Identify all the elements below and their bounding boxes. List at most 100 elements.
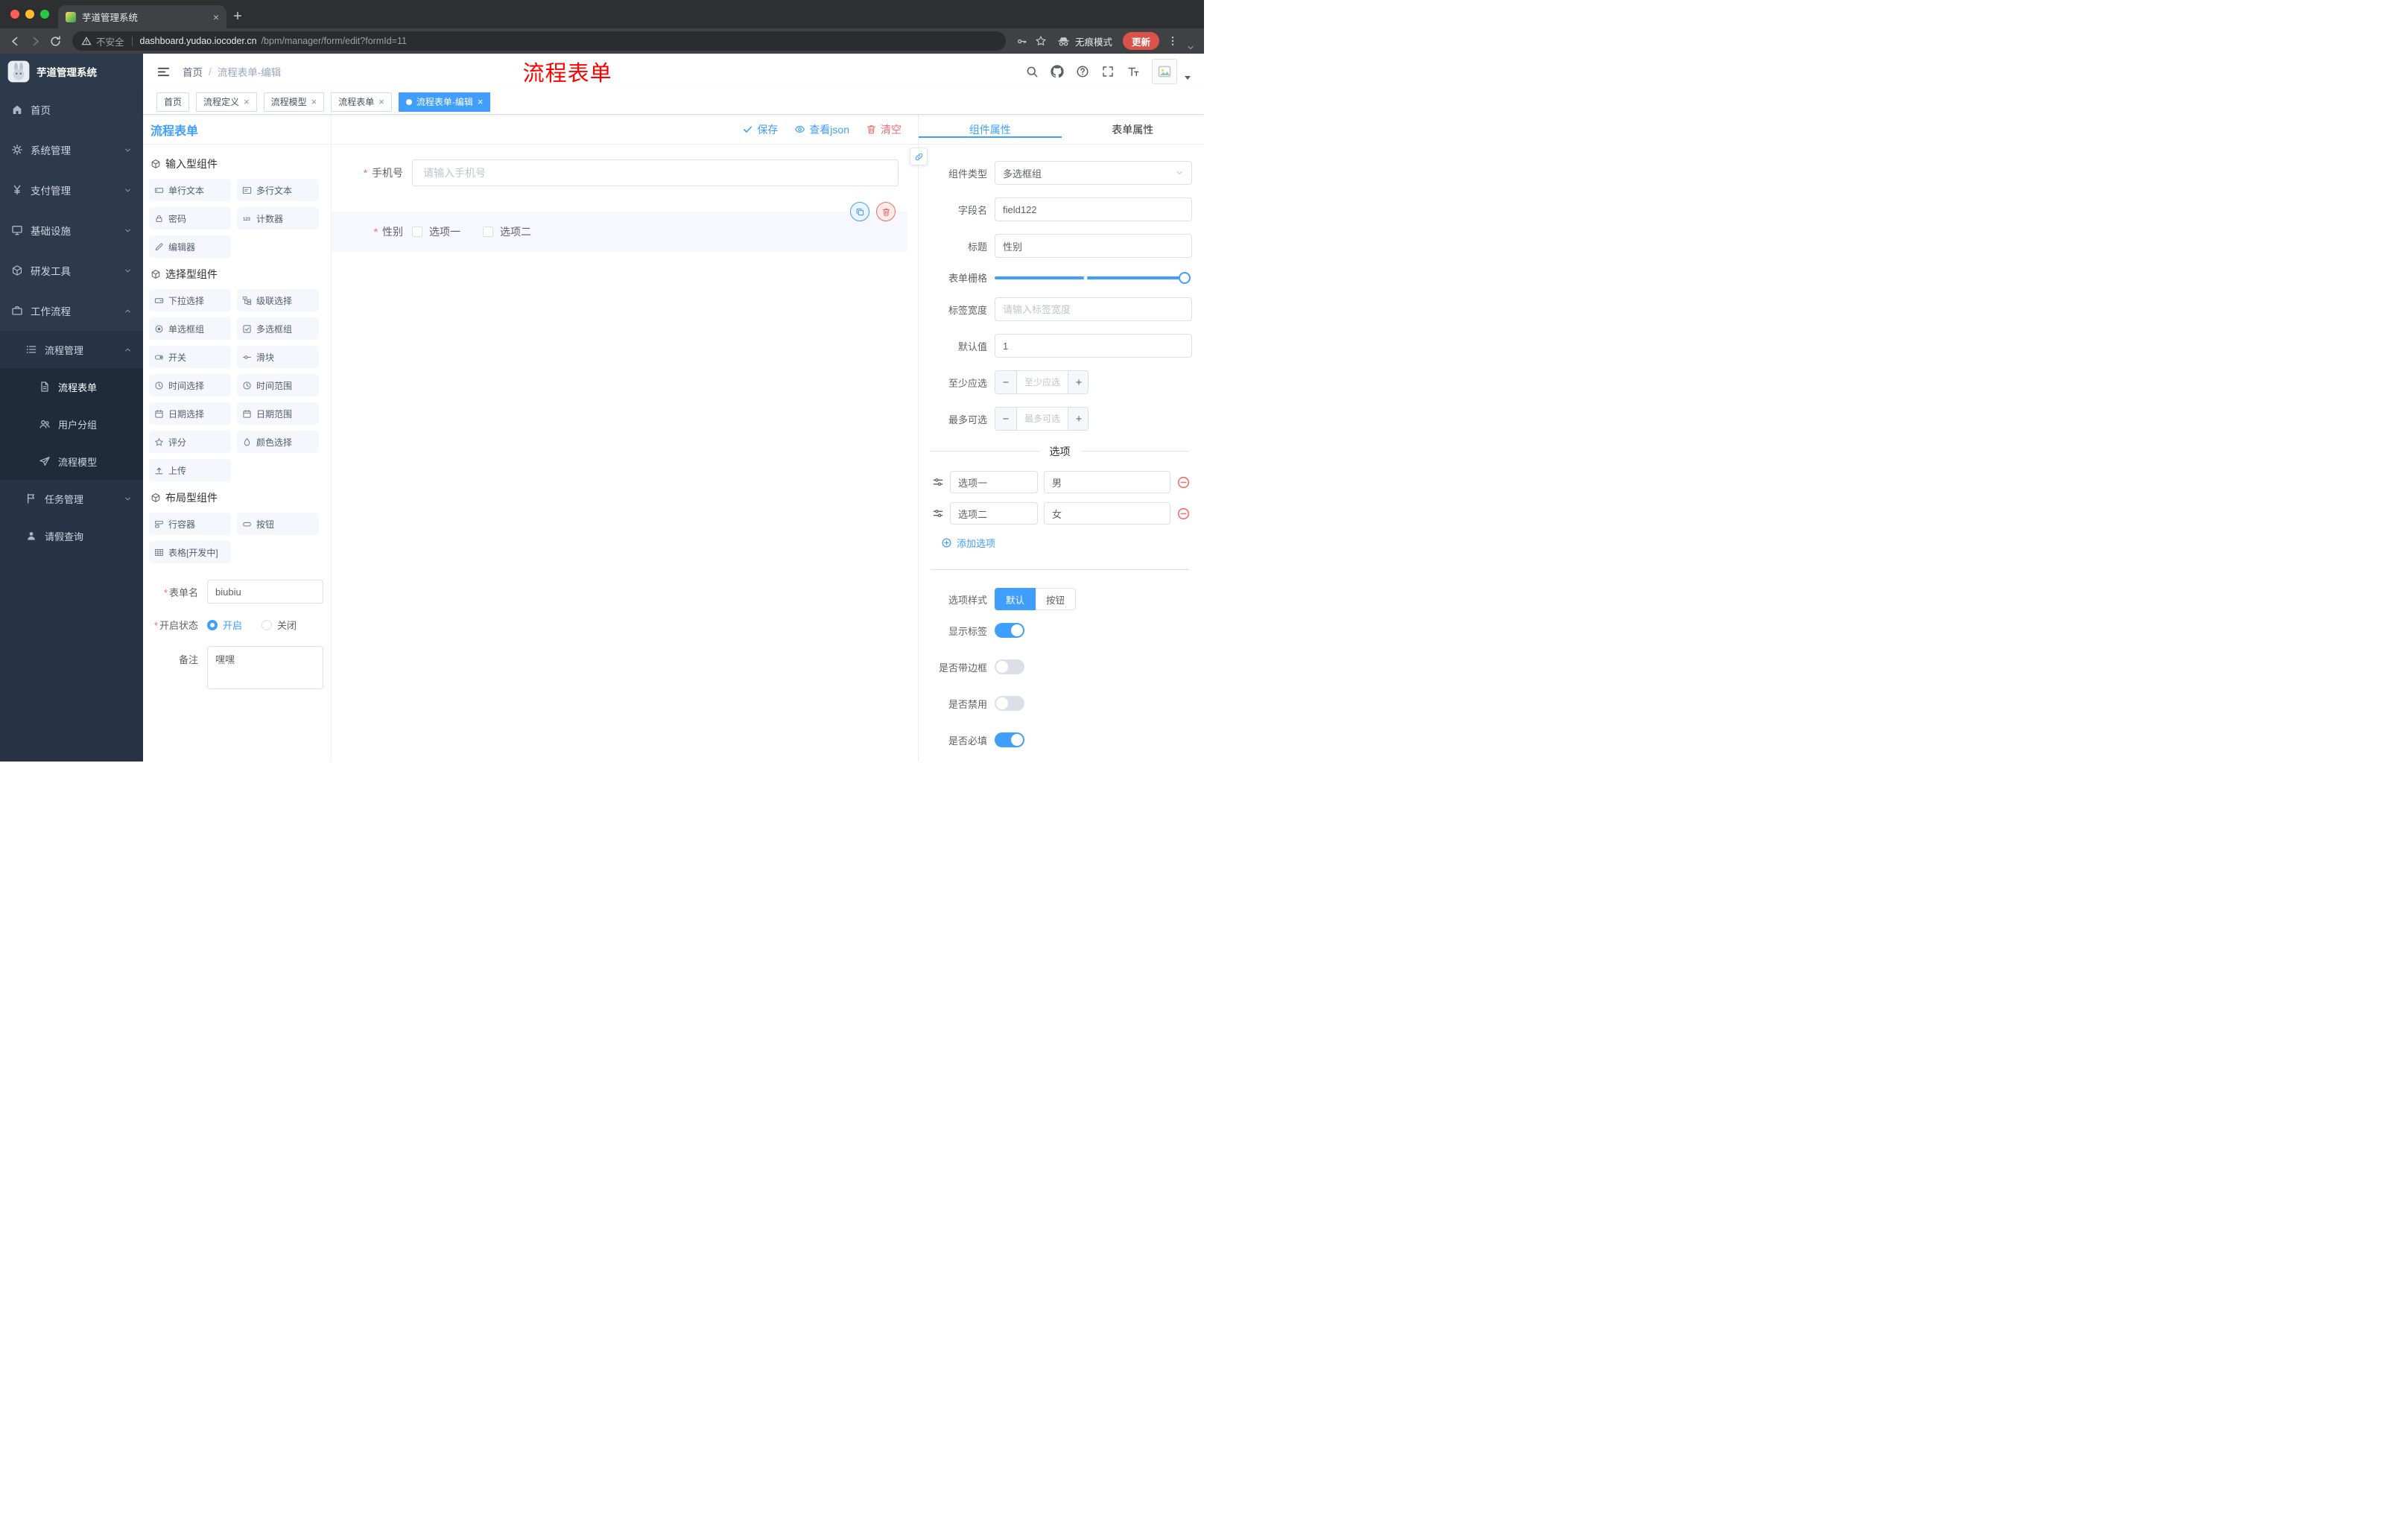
address-bar[interactable]: 不安全 dashboard.yudao.iocoder.cn /bpm/mana… [72,31,1006,51]
help-icon[interactable] [1076,65,1089,78]
sidebar-item-leave-query[interactable]: 请假查询 [0,517,143,554]
gender-checkbox-option1[interactable]: 选项一 [412,224,460,239]
option-label-input[interactable] [950,502,1038,525]
remove-option-icon[interactable] [1176,475,1191,490]
chip-checkbox-group[interactable]: 多选框组 [237,317,319,340]
avatar-caret-icon[interactable] [1185,75,1191,80]
chip-editor[interactable]: 编辑器 [149,235,231,258]
gender-checkbox-option2[interactable]: 选项二 [483,224,531,239]
fullscreen-icon[interactable] [1101,65,1115,78]
view-json-button[interactable]: 查看json [794,122,849,137]
option-label-input[interactable] [950,471,1038,493]
breadcrumb-home[interactable]: 首页 [183,64,203,79]
font-size-icon[interactable] [1127,65,1140,78]
chip-select[interactable]: 下拉选择 [149,289,231,311]
sidebar-item-process-management[interactable]: 流程管理 [0,331,143,368]
browser-menu-icon[interactable] [1167,35,1179,47]
user-avatar[interactable] [1152,59,1177,84]
tag-process-definition[interactable]: 流程定义 × [196,92,257,112]
chip-single-line-text[interactable]: 单行文本 [149,179,231,201]
max-select-input[interactable] [1016,408,1068,430]
label-width-input[interactable] [995,297,1192,321]
chip-button[interactable]: 按钮 [237,513,319,535]
sidebar-item-payment-management[interactable]: 支付管理 [0,170,143,210]
sidebar-item-user-group[interactable]: 用户分组 [0,405,143,443]
chip-time-range[interactable]: 时间范围 [237,374,319,396]
style-default-button[interactable]: 默认 [995,588,1036,610]
github-icon[interactable] [1051,65,1064,78]
disabled-toggle[interactable] [995,696,1024,711]
tag-process-form-edit[interactable]: 流程表单-编辑 × [398,92,491,112]
window-close-button[interactable] [10,10,19,19]
phone-input[interactable] [412,159,899,186]
tab-close-icon[interactable]: × [213,12,219,22]
slider-handle[interactable] [1179,271,1191,284]
chip-color-picker[interactable]: 颜色选择 [237,431,319,453]
password-key-icon[interactable] [1016,36,1027,47]
anchor-link-button[interactable] [910,148,928,165]
chip-date-range[interactable]: 日期范围 [237,402,319,425]
sidebar-item-task-management[interactable]: 任务管理 [0,480,143,517]
sidebar-item-workflow[interactable]: 工作流程 [0,291,143,331]
tag-close-icon[interactable]: × [478,97,484,107]
window-zoom-button[interactable] [40,10,49,19]
back-icon[interactable] [9,35,22,48]
min-select-input[interactable] [1016,371,1068,393]
decrease-button[interactable]: − [995,408,1016,430]
reload-icon[interactable] [49,35,62,48]
window-minimize-button[interactable] [25,10,34,19]
sidebar-toggle-icon[interactable] [156,65,171,79]
tag-close-icon[interactable]: × [378,97,384,107]
sidebar-item-system-management[interactable]: 系统管理 [0,130,143,170]
tag-process-form[interactable]: 流程表单 × [331,92,392,112]
status-radio-off[interactable]: 关闭 [262,618,297,632]
chip-row-container[interactable]: 行容器 [149,513,231,535]
form-name-input[interactable] [207,580,323,604]
chip-date-picker[interactable]: 日期选择 [149,402,231,425]
copy-component-button[interactable] [850,202,869,221]
default-value-input[interactable] [995,334,1192,358]
tag-home[interactable]: 首页 [156,92,190,112]
field-name-input[interactable] [995,197,1192,221]
option-value-input[interactable] [1044,471,1170,493]
tag-close-icon[interactable]: × [311,97,317,107]
new-tab-button[interactable]: + [226,5,249,28]
chip-rate[interactable]: 评分 [149,431,231,453]
chip-upload[interactable]: 上传 [149,459,231,481]
drag-handle-icon[interactable] [932,476,944,488]
tag-close-icon[interactable]: × [244,97,250,107]
chip-table[interactable]: 表格[开发中] [149,541,231,563]
with-border-toggle[interactable] [995,659,1024,674]
sidebar-item-process-model[interactable]: 流程模型 [0,443,143,480]
clear-button[interactable]: 清空 [866,122,902,137]
delete-component-button[interactable] [876,202,896,221]
increase-button[interactable]: + [1068,371,1088,393]
canvas-field-gender[interactable]: * 性别 选项一 选项二 [332,202,907,252]
sidebar-item-infrastructure[interactable]: 基础设施 [0,210,143,250]
grid-span-slider[interactable] [995,271,1191,284]
drag-handle-icon[interactable] [932,507,944,519]
remark-textarea[interactable]: 嘿嘿 [207,646,323,689]
chip-counter[interactable]: 计数器 [237,207,319,229]
search-icon[interactable] [1025,65,1039,78]
chip-radio-group[interactable]: 单选框组 [149,317,231,340]
tag-process-model[interactable]: 流程模型 × [263,92,325,112]
required-toggle[interactable] [995,732,1024,747]
remove-option-icon[interactable] [1176,507,1191,521]
tab-form-props[interactable]: 表单属性 [1062,122,1205,137]
chip-time-picker[interactable]: 时间选择 [149,374,231,396]
option-value-input[interactable] [1044,502,1170,525]
chip-password[interactable]: 密码 [149,207,231,229]
bookmark-star-icon[interactable] [1035,35,1047,47]
chrome-caret-icon[interactable] [1186,43,1195,52]
status-radio-on[interactable]: 开启 [207,618,242,632]
chip-textarea[interactable]: 多行文本 [237,179,319,201]
show-label-toggle[interactable] [995,623,1024,638]
update-button[interactable]: 更新 [1122,32,1159,50]
checkbox-box[interactable] [412,227,422,237]
browser-tab[interactable]: 芋道管理系统 × [58,5,226,28]
chip-cascader[interactable]: 级联选择 [237,289,319,311]
save-button[interactable]: 保存 [742,122,778,137]
decrease-button[interactable]: − [995,371,1016,393]
form-canvas[interactable]: * 手机号 * 性别 选项一 选项二 [332,145,918,762]
